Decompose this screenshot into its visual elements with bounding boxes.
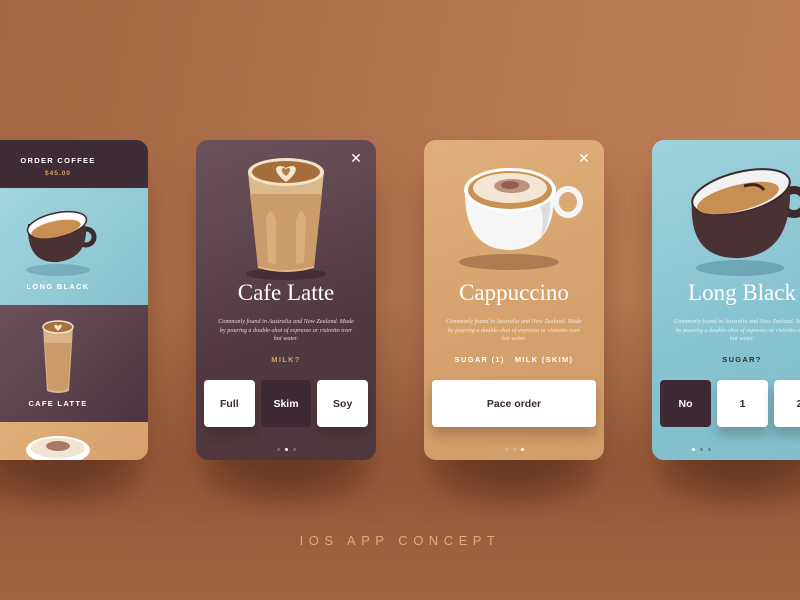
product-description: Commonly found in Australia and New Zeal… bbox=[218, 318, 354, 342]
latte-glass-icon bbox=[246, 158, 326, 280]
page-indicator bbox=[652, 448, 800, 451]
list-item-label: LONG BLACK bbox=[26, 282, 90, 291]
page-dot[interactable] bbox=[699, 448, 703, 451]
order-list-screen: ORDER COFFEE $45.00 LONG BLACK CAFE LATT… bbox=[0, 140, 148, 460]
sugar-question: SUGAR? bbox=[722, 355, 762, 364]
order-actions: Pace order bbox=[432, 380, 596, 427]
list-title: ORDER COFFEE bbox=[20, 156, 96, 165]
sugar-option-1[interactable]: 1 bbox=[717, 380, 768, 427]
cappuccino-cup-icon bbox=[459, 168, 584, 270]
list-header: ORDER COFFEE $45.00 bbox=[0, 140, 148, 188]
long-black-cup-icon bbox=[26, 210, 97, 276]
page-dot-active[interactable] bbox=[520, 448, 524, 451]
page-dot-active[interactable] bbox=[691, 448, 695, 451]
page-dot[interactable] bbox=[292, 448, 296, 451]
sugar-option-2[interactable]: 2 bbox=[774, 380, 800, 427]
place-order-button[interactable]: Pace order bbox=[432, 380, 596, 427]
product-title: Cafe Latte bbox=[237, 280, 335, 305]
page-indicator bbox=[424, 448, 604, 451]
long-black-screen: Long Black Commonly found in Australia a… bbox=[652, 140, 800, 460]
footer-caption: IOS APP CONCEPT bbox=[299, 533, 501, 548]
list-item-long-black[interactable]: LONG BLACK bbox=[0, 188, 148, 305]
milk-option-full[interactable]: Full bbox=[204, 380, 255, 427]
milk-option-soy[interactable]: Soy bbox=[317, 380, 369, 427]
page-dot[interactable] bbox=[504, 448, 508, 451]
cappuccino-cup-icon bbox=[26, 436, 90, 460]
product-description: Commonly found in Australia and New Zeal… bbox=[446, 318, 582, 342]
product-title: Cappuccino bbox=[459, 280, 569, 305]
list-item-cafe-latte[interactable]: CAFE LATTE bbox=[0, 305, 148, 422]
list-item-label: CAFE LATTE bbox=[28, 399, 88, 408]
page-dot-active[interactable] bbox=[284, 448, 288, 451]
page-dot[interactable] bbox=[512, 448, 516, 451]
cappuccino-screen: ✕ Cappuccino Commonly found in Australia… bbox=[424, 140, 604, 460]
order-summary: SUGAR (1) MILK (SKIM) bbox=[454, 355, 574, 364]
product-title: Long Black bbox=[688, 280, 796, 305]
page-dot[interactable] bbox=[276, 448, 280, 451]
milk-option-skim[interactable]: Skim bbox=[260, 380, 312, 427]
cafe-latte-screen: ✕ Cafe Latte Commonly found in Australia… bbox=[196, 140, 376, 460]
sugar-options: No 1 2 bbox=[660, 380, 800, 427]
sugar-option-no[interactable]: No bbox=[660, 380, 711, 427]
latte-glass-icon bbox=[42, 320, 74, 393]
milk-options: Full Skim Soy bbox=[204, 380, 369, 427]
page-dot[interactable] bbox=[707, 448, 711, 451]
order-total: $45.00 bbox=[45, 170, 71, 177]
milk-question: MILK? bbox=[271, 355, 301, 364]
page-indicator bbox=[196, 448, 376, 451]
long-black-cup-icon bbox=[691, 168, 800, 276]
product-description: Commonly found in Australia and New Zeal… bbox=[674, 318, 800, 342]
list-item-cappuccino[interactable] bbox=[0, 422, 148, 460]
